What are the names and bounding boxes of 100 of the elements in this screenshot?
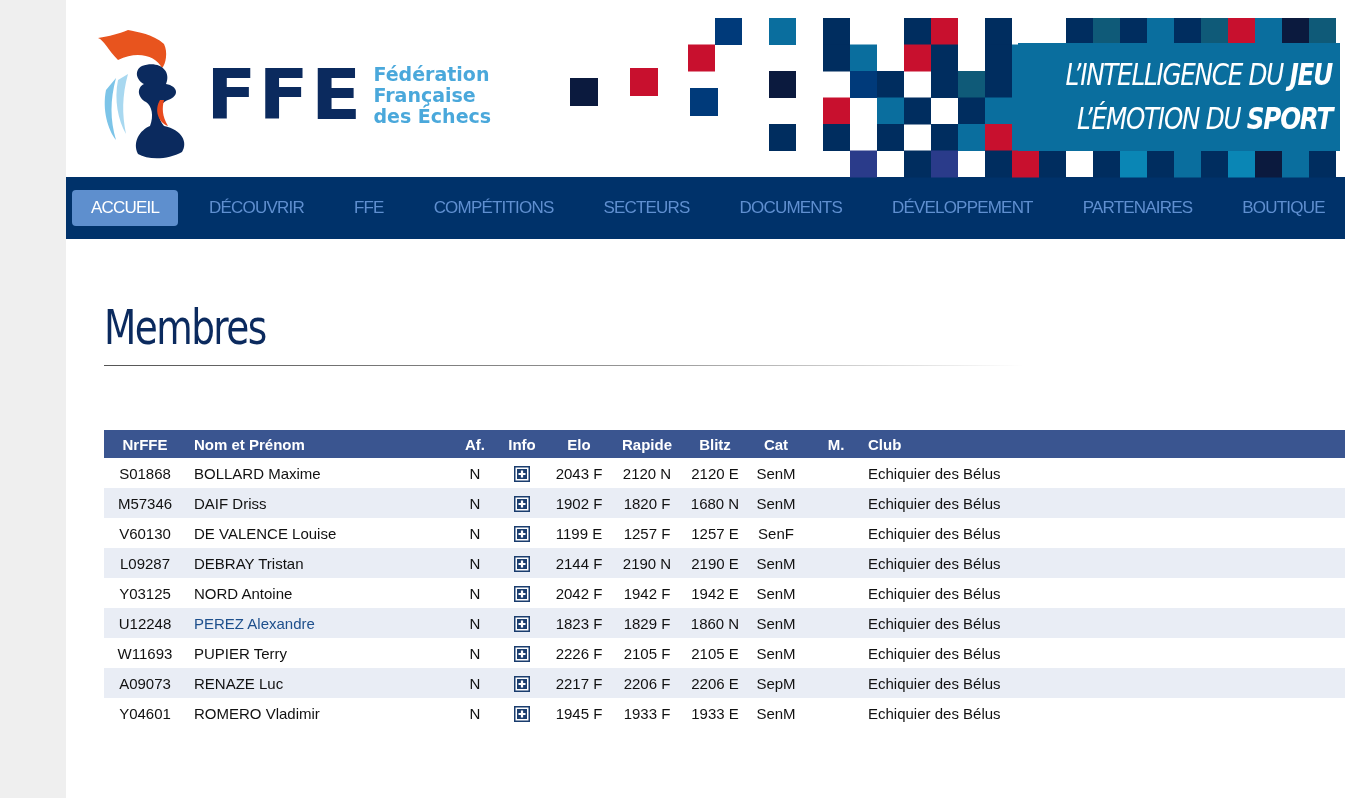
table-cell: SenM (748, 578, 804, 608)
table-cell: 2206 F (612, 668, 682, 698)
table-cell: SenM (748, 638, 804, 668)
table-cell: 1820 F (612, 488, 682, 518)
nav-tab[interactable]: FFE (334, 190, 403, 226)
logo-wordmark: FFE (206, 54, 364, 136)
plus-icon[interactable] (514, 466, 530, 482)
table-cell: 2043 F (546, 458, 612, 488)
table-cell: 1199 E (546, 518, 612, 548)
column-header: Nom et Prénom (186, 430, 452, 458)
table-cell: Y04601 (104, 698, 186, 728)
nav-tab[interactable]: SECTEURS (584, 190, 709, 226)
table-cell: 1933 F (612, 698, 682, 728)
member-name-link[interactable]: DE VALENCE Louise (194, 524, 337, 542)
table-cell: 2217 F (546, 668, 612, 698)
table-cell: N (452, 608, 498, 638)
page-title: Membres (104, 298, 267, 357)
table-cell: SenF (748, 518, 804, 548)
table-cell: Echiquier des Bélus (868, 518, 1345, 548)
column-header: Cat (748, 430, 804, 458)
table-cell: 1942 F (612, 578, 682, 608)
table-cell: 1257 F (612, 518, 682, 548)
table-cell: 2120 N (612, 458, 682, 488)
table-cell: 1823 F (546, 608, 612, 638)
plus-icon[interactable] (514, 586, 530, 602)
table-cell: Echiquier des Bélus (868, 608, 1345, 638)
table-cell: N (452, 698, 498, 728)
nav-tab[interactable]: DOCUMENTS (720, 190, 861, 226)
table-cell: W11693 (104, 638, 186, 668)
nav-tab[interactable]: PARTENAIRES (1063, 190, 1212, 226)
logo-subtitle: des Échecs (373, 105, 492, 127)
logo-subtitle: Fédération (373, 63, 491, 85)
plus-icon[interactable] (514, 496, 530, 512)
table-cell: 2144 F (546, 548, 612, 578)
table-cell: 1933 E (682, 698, 748, 728)
table-cell: SenM (748, 698, 804, 728)
table-cell: SepM (748, 668, 804, 698)
table-cell: Echiquier des Bélus (868, 548, 1345, 578)
table-cell: 1945 F (546, 698, 612, 728)
table-cell: 1829 F (612, 608, 682, 638)
table-cell: 1860 N (682, 608, 748, 638)
plus-icon[interactable] (514, 676, 530, 692)
plus-icon[interactable] (514, 556, 530, 572)
column-header: Info (498, 430, 546, 458)
table-cell: N (452, 638, 498, 668)
table-cell: 2206 E (682, 668, 748, 698)
table-cell: SenM (748, 458, 804, 488)
nav-tab[interactable]: BOUTIQUE (1223, 190, 1344, 226)
table-cell: 2120 E (682, 458, 748, 488)
table-cell: 1902 F (546, 488, 612, 518)
column-header: M. (804, 430, 868, 458)
table-cell: N (452, 578, 498, 608)
column-header: NrFFE (104, 430, 186, 458)
table-cell: N (452, 458, 498, 488)
table-cell: 2190 N (612, 548, 682, 578)
table-cell: Echiquier des Bélus (868, 668, 1345, 698)
column-header: Elo (546, 430, 612, 458)
plus-icon[interactable] (514, 706, 530, 722)
table-cell: Echiquier des Bélus (868, 638, 1345, 668)
nav-tab[interactable]: DÉVELOPPEMENT (872, 190, 1052, 226)
table-cell: L09287 (104, 548, 186, 578)
table-cell: 1680 N (682, 488, 748, 518)
table-cell: N (452, 668, 498, 698)
table-cell: Echiquier des Bélus (868, 578, 1345, 608)
table-cell: 2190 E (682, 548, 748, 578)
logo-subtitle: Française (373, 84, 476, 106)
plus-icon[interactable] (514, 616, 530, 632)
table-cell: Echiquier des Bélus (868, 698, 1345, 728)
table-cell: 1257 E (682, 518, 748, 548)
nav-tab[interactable]: COMPÉTITIONS (414, 190, 573, 226)
table-cell: N (452, 488, 498, 518)
table-cell: U12248 (104, 608, 186, 638)
column-header: Af. (452, 430, 498, 458)
table-cell: 1942 E (682, 578, 748, 608)
table-cell: SenM (748, 548, 804, 578)
member-name-link[interactable]: ROMERO Vladimir (194, 704, 320, 722)
table-cell: SenM (748, 608, 804, 638)
plus-icon[interactable] (514, 526, 530, 542)
table-cell: 2105 F (612, 638, 682, 668)
member-name-link[interactable]: NORD Antoine (194, 584, 293, 602)
table-cell: N (452, 548, 498, 578)
nav-tab[interactable]: DÉCOUVRIR (190, 190, 323, 226)
table-cell: Echiquier des Bélus (868, 458, 1345, 488)
table-cell: V60130 (104, 518, 186, 548)
table-cell: N (452, 518, 498, 548)
table-cell: SenM (748, 488, 804, 518)
member-name-link[interactable]: PUPIER Terry (194, 644, 288, 662)
table-cell: A09073 (104, 668, 186, 698)
table-cell: S01868 (104, 458, 186, 488)
table-cell: Y03125 (104, 578, 186, 608)
table-cell: 2042 F (546, 578, 612, 608)
column-header: Club (868, 430, 1345, 458)
column-header: Blitz (682, 430, 748, 458)
member-name-link[interactable]: DAIF Driss (194, 494, 267, 512)
member-name-link[interactable]: BOLLARD Maxime (194, 464, 321, 482)
plus-icon[interactable] (514, 646, 530, 662)
table-cell: 2105 E (682, 638, 748, 668)
table-cell: 2226 F (546, 638, 612, 668)
column-header: Rapide (612, 430, 682, 458)
table-cell: M57346 (104, 488, 186, 518)
